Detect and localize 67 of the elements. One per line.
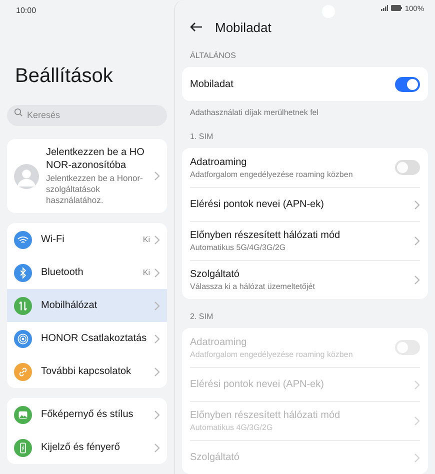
chevron-icon [154, 442, 160, 452]
item-label: További kapcsolatok [41, 365, 132, 378]
settings-row[interactable]: Előnyben részesített hálózati mód Automatikus 5G/4G/3G/2G [190, 221, 420, 260]
row-title: Mobiladat [190, 78, 234, 90]
row-subtitle: Adatforgalom engedélyezése roaming közben [190, 168, 354, 180]
chevron-icon [414, 380, 420, 390]
toggle-switch[interactable] [395, 76, 420, 92]
chevron-icon [154, 410, 160, 420]
back-icon[interactable] [190, 22, 203, 32]
status-time: 10:00 [16, 5, 36, 17]
settings-item[interactable]: Bluetooth Ki [7, 256, 167, 289]
chevron-icon [154, 366, 160, 376]
settings-item[interactable]: Wi-Fi Ki [7, 223, 167, 256]
page-title: Beállítások [15, 64, 113, 88]
item-label: Mobilhálózat [41, 299, 98, 312]
chevron-icon [154, 234, 160, 244]
row-title: Szolgáltató [190, 268, 240, 281]
item-value: Ki [142, 266, 150, 278]
section-header: 2. SIM [189, 311, 214, 323]
item-label: Bluetooth [41, 266, 84, 279]
section-header: ÁLTALÁNOS [189, 50, 237, 62]
row-subtitle: Válassza ki a hálózat üzemeltetőjét [190, 281, 316, 292]
row-subtitle: Automatikus 4G/3G/2G [190, 422, 274, 433]
row-title: Előnyben részesített hálózati mód [190, 229, 342, 242]
row-title: Elérési pontok nevei (APN-ek) [190, 198, 325, 211]
item-label: HONOR Csatlakoztatás [41, 332, 148, 345]
item-label: Kijelző és fényerő [41, 441, 121, 454]
chevron-icon [414, 275, 420, 285]
search-icon [14, 108, 23, 117]
item-label: Főképernyő és stílus [41, 408, 134, 421]
settings-row[interactable]: Mobiladat [190, 67, 420, 101]
toggle-switch[interactable] [395, 160, 420, 175]
screen-title: Mobiladat [215, 18, 272, 37]
account-card[interactable]: Jelentkezzen be a HONOR-azonosítóba Jelentkezzen be a Honor-szolgáltatások használatához. [7, 139, 167, 213]
item-value: Ki [142, 234, 150, 246]
chevron-icon [154, 300, 160, 310]
row-title: Adatroaming [190, 336, 248, 348]
battery-icon [390, 5, 402, 12]
row-subtitle: Adatforgalom engedélyezése roaming közben [190, 348, 354, 360]
settings-item[interactable]: Főképernyő és stílus [7, 398, 167, 431]
settings-item[interactable]: HONOR Csatlakoztatás [7, 322, 167, 355]
account-subtitle: Jelentkezzen be a Honor-szolgáltatások használatához. [46, 173, 144, 206]
settings-item[interactable]: Mobilhálózat [7, 289, 167, 322]
chevron-icon [154, 268, 160, 278]
settings-row[interactable]: Elérési pontok nevei (APN-ek) [190, 187, 420, 221]
row-title: Szolgáltató [190, 451, 240, 464]
chevron-icon [154, 171, 160, 181]
row-title: Előnyben részesített hálózati mód [190, 409, 342, 422]
chevron-icon [414, 416, 420, 426]
chevron-icon [414, 236, 420, 246]
item-label: Wi-Fi [41, 233, 66, 246]
avatar-icon [14, 164, 39, 188]
chevron-icon [154, 334, 160, 344]
row-subtitle: Automatikus 5G/4G/3G/2G [190, 242, 287, 253]
signal-icon [380, 5, 388, 12]
settings-row[interactable]: Adatroaming Adatforgalom engedélyezése roaming közben [190, 148, 420, 187]
settings-item[interactable]: Kijelző és fényerő [7, 431, 167, 464]
account-title: Jelentkezzen be a HONOR-azonosítóba [46, 146, 146, 172]
section-header: 1. SIM [189, 131, 214, 143]
settings-row[interactable]: Szolgáltató Válassza ki a hálózat üzemeltetőjét [190, 260, 420, 299]
row-title: Adatroaming [190, 156, 248, 168]
search-field[interactable]: Keresés [7, 104, 167, 126]
settings-item[interactable]: További kapcsolatok [7, 355, 167, 388]
chevron-icon [414, 452, 420, 462]
chevron-icon [414, 200, 420, 210]
row-title: Elérési pontok nevei (APN-ek) [190, 378, 325, 391]
section-note: Adathasználati díjak merülhetnek fel [189, 107, 320, 119]
